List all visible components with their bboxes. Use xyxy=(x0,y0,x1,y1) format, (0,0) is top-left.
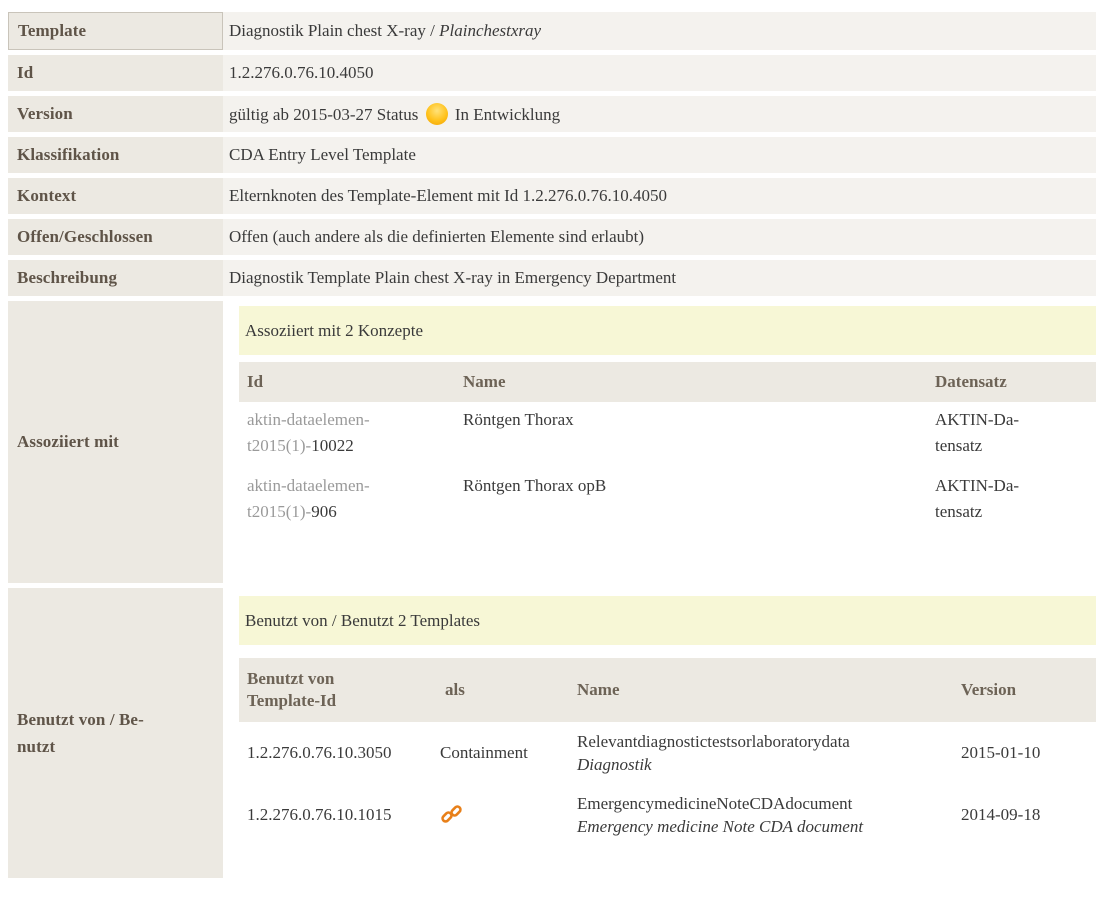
template-id: 1.2.276.0.76.10.1015 xyxy=(239,784,437,846)
row-kontext: Kontext Elternknoten des Template-Elemen… xyxy=(8,178,1096,214)
concept-datensatz: AKTIN-Da-tensatz xyxy=(927,468,1096,535)
template-name: Relevantdiagnostictestsorlaboratorydata … xyxy=(569,722,953,784)
value-offen-geschlossen: Offen (auch andere als die definierten E… xyxy=(223,219,1096,255)
col-header-name: Name xyxy=(569,658,953,722)
col-header-id: Id xyxy=(239,362,455,402)
label-id: Id xyxy=(8,55,223,91)
label-offen-geschlossen: Offen/Geschlossen xyxy=(8,219,223,255)
template-display-name: Diagnostik xyxy=(577,755,652,774)
row-template: Template Diagnostik Plain chest X-ray / … xyxy=(8,12,1096,50)
row-id: Id 1.2.276.0.76.10.4050 xyxy=(8,55,1096,91)
col-header-als: als xyxy=(437,658,569,722)
value-kontext: Elternknoten des Template-Element mit Id… xyxy=(223,178,1096,214)
template-display-name: Emergency medicine Note CDA document xyxy=(577,817,864,836)
col-header-name: Name xyxy=(455,362,927,402)
template-name-link[interactable]: Relevantdiagnostictestsorlaboratorydata xyxy=(577,732,850,751)
version-prefix: gültig ab 2015-03-27 Status xyxy=(229,105,419,124)
value-version: gültig ab 2015-03-27 Status In Entwicklu… xyxy=(223,96,1096,132)
col-header-version: Version xyxy=(953,658,1096,722)
col-header-template-id: Benutzt von Template-Id xyxy=(239,658,437,722)
template-als: Containment xyxy=(437,722,569,784)
label-assoziiert: Assoziiert mit xyxy=(8,301,223,583)
template-name: EmergencymedicineNoteCDAdocument Emergen… xyxy=(569,784,953,846)
table-row: 1.2.276.0.76.10.1015 EmergencymedicineNo… xyxy=(239,784,1096,846)
templates-table: Benutzt von Template-Id als Name Version … xyxy=(239,658,1096,846)
table-row: aktin-dataelemen-t2015(1)-906 Röntgen Th… xyxy=(239,468,1096,535)
concept-name: Röntgen Thorax xyxy=(455,402,927,468)
template-details-table: Template Diagnostik Plain chest X-ray / … xyxy=(8,7,1096,883)
row-beschreibung: Beschreibung Diagnostik Template Plain c… xyxy=(8,260,1096,296)
label-klassifikation: Klassifikation xyxy=(8,137,223,173)
row-offen-geschlossen: Offen/Geschlossen Offen (auch andere als… xyxy=(8,219,1096,255)
status-yellow-dot-icon xyxy=(425,103,448,125)
status-text: In Entwicklung xyxy=(454,105,561,124)
concepts-table: Id Name Datensatz aktin-dataelemen-t2015… xyxy=(239,362,1096,535)
value-template: Diagnostik Plain chest X-ray / Plainches… xyxy=(223,12,1096,50)
value-id: 1.2.276.0.76.10.4050 xyxy=(223,55,1096,91)
row-version: Version gültig ab 2015-03-27 Status In E… xyxy=(8,96,1096,132)
template-name-link[interactable]: EmergencymedicineNoteCDAdocument xyxy=(577,794,852,813)
template-version: 2014-09-18 xyxy=(953,784,1096,846)
benutzt-title: Benutzt von / Benutzt 2 Templates xyxy=(239,596,1096,645)
template-als xyxy=(437,784,569,846)
concept-name: Röntgen Thorax opB xyxy=(455,468,927,535)
template-name-italic: Plainchestxray xyxy=(439,21,542,40)
template-details-page: Template Diagnostik Plain chest X-ray / … xyxy=(0,0,1096,907)
label-template: Template xyxy=(8,12,223,50)
template-version: 2015-01-10 xyxy=(953,722,1096,784)
concept-datensatz: AKTIN-Da-tensatz xyxy=(927,402,1096,468)
concept-id-link[interactable]: aktin-dataelemen-t2015(1)-906 xyxy=(247,476,370,521)
label-beschreibung: Beschreibung xyxy=(8,260,223,296)
label-version: Version xyxy=(8,96,223,132)
table-row: 1.2.276.0.76.10.3050 Containment Relevan… xyxy=(239,722,1096,784)
chain-link-icon xyxy=(440,803,464,827)
template-id: 1.2.276.0.76.10.3050 xyxy=(239,722,437,784)
label-benutzt: Benutzt von / Be-nutzt xyxy=(8,588,223,878)
value-klassifikation: CDA Entry Level Template xyxy=(223,137,1096,173)
col-header-datensatz: Datensatz xyxy=(927,362,1096,402)
row-assoziiert: Assoziiert mit Assoziiert mit 2 Konzepte… xyxy=(8,301,1096,583)
concept-id-link[interactable]: aktin-dataelemen-t2015(1)-10022 xyxy=(247,410,370,455)
assoziiert-title: Assoziiert mit 2 Konzepte xyxy=(239,306,1096,355)
label-kontext: Kontext xyxy=(8,178,223,214)
row-klassifikation: Klassifikation CDA Entry Level Template xyxy=(8,137,1096,173)
table-row: aktin-dataelemen-t2015(1)-10022 Röntgen … xyxy=(239,402,1096,468)
template-display-name: Diagnostik Plain chest X-ray / xyxy=(229,21,440,40)
row-benutzt: Benutzt von / Be-nutzt Benutzt von / Ben… xyxy=(8,588,1096,878)
value-beschreibung: Diagnostik Template Plain chest X-ray in… xyxy=(223,260,1096,296)
